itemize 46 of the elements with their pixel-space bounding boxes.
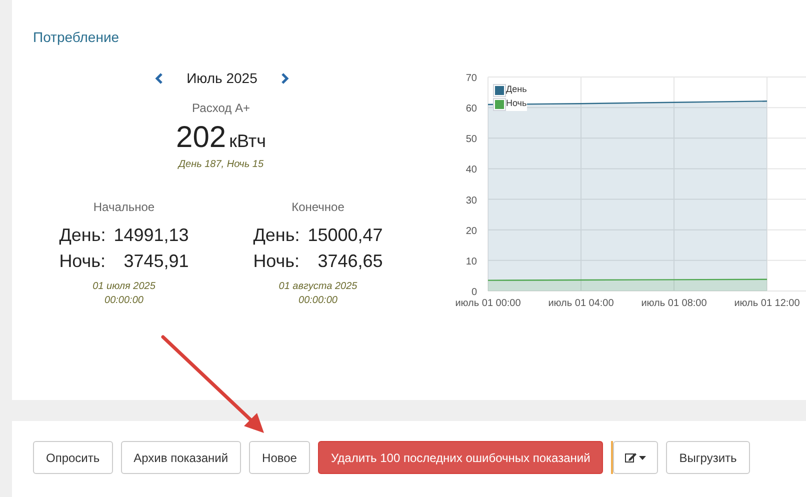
night-value: 3746,65 <box>316 250 383 273</box>
night-label: Ночь: <box>253 250 300 273</box>
reading-time: 00:00:00 <box>298 294 338 308</box>
delete-button[interactable]: Удалить 100 последних ошибочных показаний <box>318 441 604 474</box>
day-value: 14991,13 <box>114 224 189 247</box>
action-button[interactable]: Архив показаний <box>120 441 242 474</box>
y-tick-label: 40 <box>466 164 477 176</box>
y-tick-label: 10 <box>466 256 477 268</box>
month-label: Июль 2025 <box>186 69 258 88</box>
x-tick-label: июль 01 00:00 <box>455 298 521 309</box>
y-tick-label: 30 <box>466 195 477 206</box>
reading-heading: Начальное <box>93 199 155 216</box>
action-button[interactable]: Опросить <box>33 441 113 474</box>
y-tick-label: 0 <box>471 287 477 298</box>
previous-month-button[interactable] <box>152 72 165 86</box>
action-button[interactable]: Выгрузить <box>666 441 750 474</box>
total-unit: кВтч <box>229 130 266 153</box>
y-tick-label: 20 <box>466 226 477 237</box>
day-label: День: <box>253 224 300 247</box>
reading-date: 01 августа 2025 <box>278 280 358 294</box>
total-value: 202 <box>176 120 226 156</box>
y-tick-label: 50 <box>466 134 477 146</box>
legend-label: Ночь <box>506 97 527 110</box>
x-tick-label: июль 01 04:00 <box>548 298 614 309</box>
day-label: День: <box>59 224 106 247</box>
y-tick-label: 60 <box>466 104 477 115</box>
day-value: 15000,47 <box>308 224 383 247</box>
caret-icon <box>639 456 646 460</box>
metric-label: Расход A+ <box>192 100 250 117</box>
reading-heading: Конечное <box>292 199 344 216</box>
night-value: 3745,91 <box>122 250 189 273</box>
chevron-left-icon <box>154 73 163 84</box>
action-button[interactable]: Новое <box>249 441 310 474</box>
breakdown-text: День 187, Ночь 15 <box>178 158 264 172</box>
y-tick-label: 70 <box>466 73 477 84</box>
next-month-button[interactable] <box>279 72 292 86</box>
section-title: Потребление <box>33 28 120 47</box>
x-tick-label: июль 01 08:00 <box>641 298 707 309</box>
night-label: Ночь: <box>59 250 106 273</box>
reading-time: 00:00:00 <box>104 294 144 308</box>
x-tick-label: июль 01 12:00 <box>734 298 800 309</box>
edit-icon <box>625 452 638 463</box>
chevron-right-icon <box>281 73 290 84</box>
legend-label: День <box>506 83 527 96</box>
reading-date: 01 июля 2025 <box>92 280 156 294</box>
edit-menu-button[interactable] <box>613 441 658 474</box>
